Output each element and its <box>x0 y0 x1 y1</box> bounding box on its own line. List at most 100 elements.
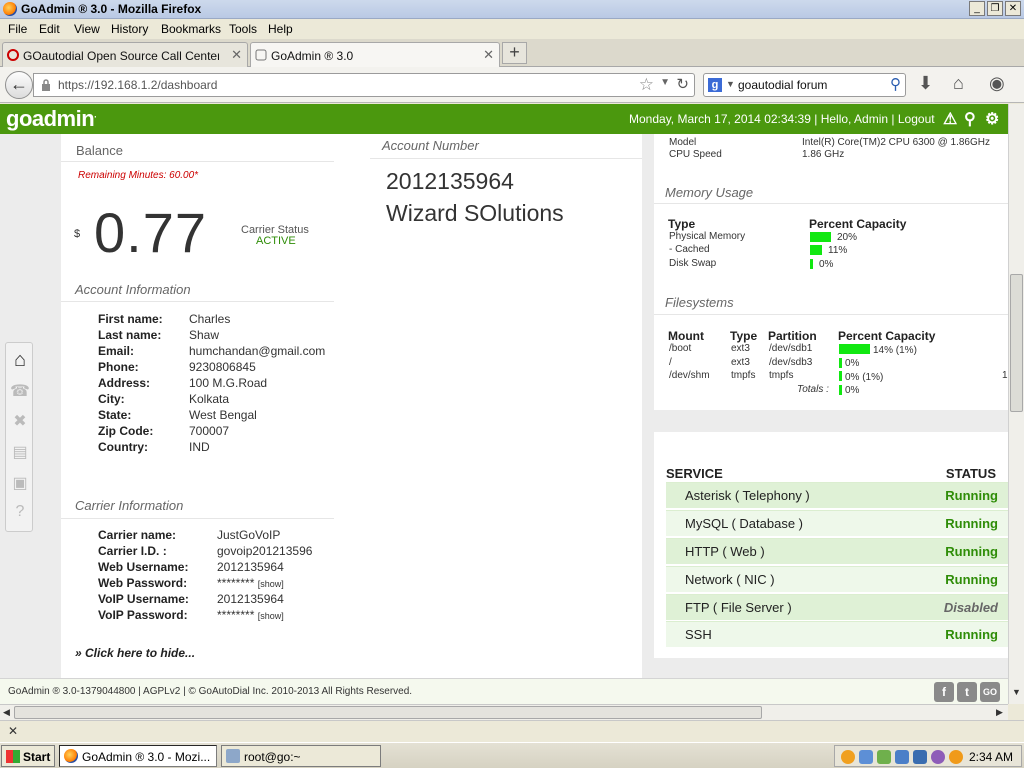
menu-tools[interactable]: Tools <box>229 22 257 36</box>
field-label: VoIP Username: <box>98 592 189 606</box>
account-number: 2012135964 <box>386 168 514 194</box>
home-icon[interactable]: ⌂ <box>953 73 964 94</box>
firefox-icon <box>3 2 17 16</box>
bookmark-star-icon[interactable]: ☆ <box>639 75 654 95</box>
field-label: Email: <box>98 344 135 358</box>
home-icon[interactable]: ⌂ <box>10 349 30 371</box>
memory-col-type: Type <box>668 217 696 231</box>
task-firefox[interactable]: GoAdmin ® 3.0 - Mozi... <box>59 745 217 767</box>
fs-col-type: Type <box>730 329 758 343</box>
new-tab-button[interactable]: + <box>502 42 527 64</box>
company-name: Wizard SOlutions <box>386 200 564 226</box>
chevron-down-icon[interactable]: ▼ <box>726 79 735 89</box>
reload-icon[interactable]: ↻ <box>676 75 689 93</box>
chevron-down-icon[interactable]: ▼ <box>660 77 670 88</box>
menu-bookmarks[interactable]: Bookmarks <box>161 22 221 36</box>
service-row: Network ( NIC ) Running <box>666 566 1008 592</box>
reports-icon[interactable]: ▣ <box>10 473 30 493</box>
side-toolbar: ⌂ ☎ ✖ ▤ ▣ ? <box>5 342 33 532</box>
tab-close-icon[interactable]: ✕ <box>483 47 494 63</box>
search-input[interactable]: g ▼ goautodial forum ⚲ <box>703 73 906 97</box>
menu-edit[interactable]: Edit <box>39 22 60 36</box>
show-password-link[interactable]: [show] <box>258 579 284 589</box>
goautodial-icon[interactable]: GO <box>980 682 1000 702</box>
show-password-link[interactable]: [show] <box>258 611 284 621</box>
horizontal-scrollbar[interactable]: ◀ ▶ <box>0 704 1008 720</box>
capacity-bar <box>839 371 842 381</box>
menu-help[interactable]: Help <box>268 22 293 36</box>
tab-label: GoAdmin ® 3.0 <box>271 49 354 63</box>
menu-view[interactable]: View <box>74 22 100 36</box>
fs-type: ext3 <box>731 357 750 368</box>
field-label: Address: <box>98 376 151 390</box>
service-status: Disabled <box>943 600 998 615</box>
close-addon-bar-icon[interactable]: ✕ <box>8 724 18 738</box>
capacity-bar <box>839 385 842 395</box>
addon-icon[interactable]: ◉ <box>989 73 1005 94</box>
maximize-button[interactable]: ❐ <box>987 1 1003 16</box>
balance-amount: 0.77 <box>94 201 207 264</box>
hide-link[interactable]: » Click here to hide... <box>75 646 195 660</box>
model-label: Model <box>669 137 697 148</box>
phone-icon[interactable]: ☎ <box>10 381 30 401</box>
help-icon[interactable]: ? <box>10 503 30 523</box>
search-icon[interactable]: ⚲ <box>964 109 976 129</box>
warning-icon[interactable]: ⚠ <box>943 109 957 129</box>
network-icon[interactable] <box>895 750 909 764</box>
download-icon[interactable]: ⬇ <box>918 73 933 94</box>
twitter-icon[interactable]: t <box>957 682 977 702</box>
tab-goadmin[interactable]: GoAdmin ® 3.0 ✕ <box>250 42 500 67</box>
start-button[interactable]: Start <box>1 745 55 767</box>
tray-app-icon[interactable] <box>931 750 945 764</box>
navigation-bar: ← https://192.168.1.2/dashboard ☆ ▼ ↻ g … <box>0 67 1024 103</box>
service-name: Network ( NIC ) <box>685 572 775 587</box>
scrollbar-thumb[interactable] <box>1010 274 1023 412</box>
tray-app-icon[interactable] <box>841 750 855 764</box>
back-button[interactable]: ← <box>5 71 33 99</box>
url-bar[interactable]: https://192.168.1.2/dashboard ☆ ▼ ↻ <box>33 73 695 97</box>
task-putty[interactable]: root@go:~ <box>221 745 381 767</box>
field-value: West Bengal <box>189 408 257 422</box>
tab-goautodial[interactable]: GOautodial Open Source Call Center Suit.… <box>2 42 248 67</box>
field-value: 100 M.G.Road <box>189 376 268 390</box>
search-icon[interactable]: ⚲ <box>890 75 901 93</box>
field-value: Kolkata <box>189 392 230 406</box>
service-row: FTP ( File Server ) Disabled <box>666 594 1008 620</box>
vertical-scrollbar[interactable]: ▼ <box>1008 104 1024 704</box>
currency-symbol: $ <box>74 228 81 240</box>
close-window-button[interactable]: ✕ <box>1005 1 1021 16</box>
capacity-label: 0% <box>819 259 834 270</box>
scroll-left-icon[interactable]: ◀ <box>3 707 10 718</box>
facebook-icon[interactable]: f <box>934 682 954 702</box>
tools-icon[interactable]: ✖ <box>10 411 30 431</box>
cpu-label: CPU Speed <box>669 149 722 160</box>
scrollbar-thumb[interactable] <box>14 706 762 719</box>
scroll-right-icon[interactable]: ▶ <box>996 707 1003 718</box>
folder-icon[interactable]: ▤ <box>10 442 30 462</box>
gear-icon[interactable]: ⚙ <box>985 109 999 129</box>
tray-app-icon[interactable] <box>877 750 891 764</box>
fs-mount: /dev/shm <box>669 370 710 381</box>
field-label: Country: <box>98 440 148 454</box>
app-header: goadmin. Monday, March 17, 2014 02:34:39… <box>0 104 1008 134</box>
tab-close-icon[interactable]: ✕ <box>231 47 242 63</box>
logout-link[interactable]: Logout <box>898 112 935 126</box>
service-status: Running <box>945 516 998 531</box>
tray-app-icon[interactable] <box>859 750 873 764</box>
field-label: State: <box>98 408 132 422</box>
tray-app-icon[interactable] <box>949 750 963 764</box>
fs-mount: / <box>669 357 672 368</box>
scroll-down-icon[interactable]: ▼ <box>1012 687 1021 697</box>
clock: 2:34 AM <box>968 750 1013 764</box>
menu-history[interactable]: History <box>111 22 148 36</box>
menu-file[interactable]: File <box>8 22 27 36</box>
volume-icon[interactable] <box>913 750 927 764</box>
service-name: Asterisk ( Telephony ) <box>685 488 810 503</box>
minimize-button[interactable]: _ <box>969 1 985 16</box>
field-label: VoIP Password: <box>98 608 188 622</box>
field-value: 9230806845 <box>189 360 256 374</box>
field-value: 700007 <box>189 424 230 438</box>
header-info: Monday, March 17, 2014 02:34:39 | Hello,… <box>629 112 935 126</box>
memory-type: - Cached <box>669 244 710 255</box>
service-name: HTTP ( Web ) <box>685 544 765 559</box>
